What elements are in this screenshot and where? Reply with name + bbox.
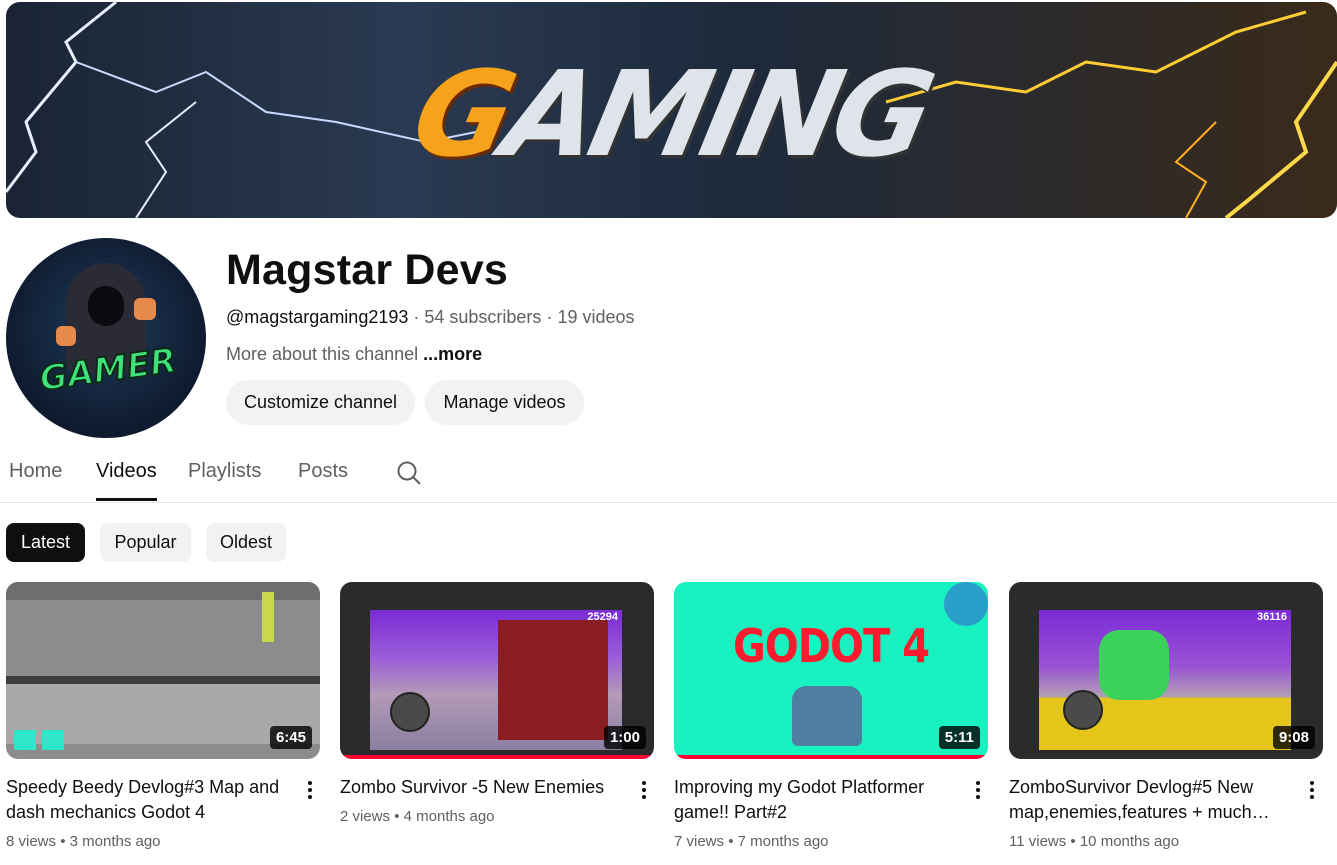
video-duration: 6:45: [269, 726, 312, 749]
tab-posts[interactable]: Posts: [298, 460, 348, 483]
video-title[interactable]: Improving my Godot Platformer game!! Par…: [674, 775, 959, 825]
separator: ·: [408, 307, 425, 327]
thumb-art: [6, 676, 320, 684]
search-icon[interactable]: [396, 460, 422, 486]
tab-videos[interactable]: Videos: [96, 460, 157, 483]
watch-progress-bar: [340, 755, 654, 759]
avatar-fist: [134, 298, 156, 320]
more-options-icon[interactable]: [1300, 778, 1324, 802]
right-arrow-button-art: [42, 730, 64, 750]
separator: •: [724, 833, 738, 850]
chip-oldest[interactable]: Oldest: [206, 523, 286, 562]
separator: •: [1066, 833, 1080, 850]
video-title[interactable]: Zombo Survivor -5 New Enemies: [340, 775, 625, 800]
video-meta: 11 views • 10 months ago: [1009, 833, 1179, 850]
avatar-fist: [56, 326, 76, 346]
upload-age: 4 months ago: [403, 808, 495, 825]
video-thumbnail[interactable]: 25294 1:00: [340, 582, 654, 759]
separator: •: [56, 833, 70, 850]
banner-logo-rest: AMING: [492, 45, 941, 183]
joystick-art: [1063, 690, 1103, 730]
more-options-icon[interactable]: [632, 778, 656, 802]
channel-avatar[interactable]: GAMER: [6, 238, 206, 438]
hud-score: 25294: [587, 611, 618, 623]
thumb-art: 25294: [370, 610, 622, 750]
video-thumbnail[interactable]: 36116 9:08: [1009, 582, 1323, 759]
subscriber-count: 54 subscribers: [424, 307, 542, 327]
video-thumbnail[interactable]: GODOT 4 5:11: [674, 582, 988, 759]
view-count: 11 views: [1009, 833, 1067, 850]
more-link[interactable]: ...more: [418, 344, 482, 364]
thumb-art: [262, 592, 274, 642]
video-count: 19 videos: [557, 307, 635, 327]
channel-about[interactable]: More about this channel ...more: [226, 344, 482, 365]
video-title[interactable]: ZomboSurvivor Devlog#5 New map,enemies,f…: [1009, 775, 1294, 825]
video-duration: 5:11: [938, 726, 980, 749]
view-count: 7 views: [674, 833, 725, 850]
video-duration: 9:08: [1272, 726, 1315, 749]
hud-score: 36116: [1257, 611, 1287, 623]
separator: •: [390, 808, 404, 825]
video-meta: 2 views • 4 months ago: [340, 808, 495, 825]
channel-meta: @magstargaming2193 · 54 subscribers · 19…: [226, 307, 635, 328]
tabs-divider: [0, 502, 1337, 503]
banner-logo: G AMING: [402, 24, 940, 204]
video-meta: 7 views • 7 months ago: [674, 833, 829, 850]
joystick-art: [390, 692, 430, 732]
channel-banner: G AMING: [6, 2, 1337, 218]
left-arrow-button-art: [14, 730, 36, 750]
customize-channel-button[interactable]: Customize channel: [226, 380, 415, 425]
video-title[interactable]: Speedy Beedy Devlog#3 Map and dash mecha…: [6, 775, 291, 825]
view-count: 2 views: [340, 808, 391, 825]
thumb-art: [944, 582, 988, 626]
tab-playlists[interactable]: Playlists: [188, 460, 261, 483]
chip-latest[interactable]: Latest: [6, 523, 85, 562]
upload-age: 3 months ago: [69, 833, 161, 850]
upload-age: 10 months ago: [1079, 833, 1180, 850]
view-count: 8 views: [6, 833, 57, 850]
channel-name: Magstar Devs: [226, 246, 509, 294]
thumb-art: [792, 686, 862, 746]
thumb-art: [498, 620, 608, 740]
video-meta: 8 views • 3 months ago: [6, 833, 161, 850]
about-text: More about this channel: [226, 344, 419, 364]
channel-handle: @magstargaming2193: [226, 307, 409, 327]
upload-age: 7 months ago: [737, 833, 829, 850]
thumb-art: 36116: [1039, 610, 1291, 750]
thumb-art: [1099, 630, 1169, 700]
video-duration: 1:00: [603, 726, 646, 749]
video-thumbnail[interactable]: 6:45: [6, 582, 320, 759]
watch-progress-bar: [674, 755, 988, 759]
active-tab-indicator: [96, 498, 157, 501]
avatar-face: [88, 286, 124, 326]
separator: ·: [541, 307, 558, 327]
more-options-icon[interactable]: [966, 778, 990, 802]
tab-home[interactable]: Home: [9, 460, 62, 483]
more-options-icon[interactable]: [298, 778, 322, 802]
thumb-title-text: GODOT 4: [732, 620, 930, 674]
manage-videos-button[interactable]: Manage videos: [425, 380, 584, 425]
chip-popular[interactable]: Popular: [100, 523, 191, 562]
